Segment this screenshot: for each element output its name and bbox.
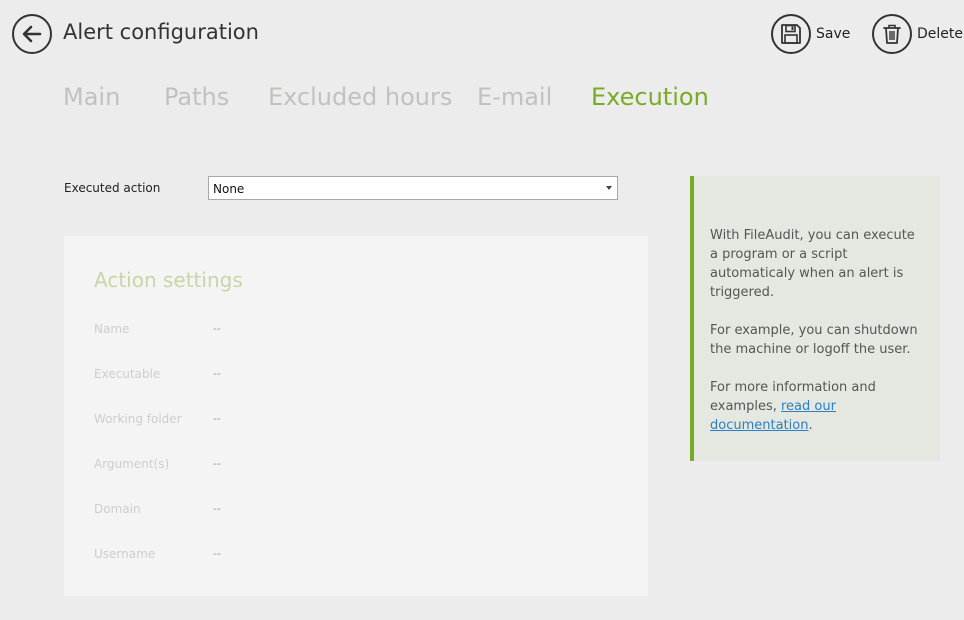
- info-paragraph-3: For more information and examples, read …: [710, 378, 922, 435]
- delete-icon-circle: [872, 14, 912, 54]
- setting-label: Username: [94, 547, 156, 561]
- setting-value: --: [213, 412, 221, 425]
- tab-execution[interactable]: Execution: [591, 83, 709, 111]
- floppy-disk-icon: [781, 24, 801, 44]
- setting-value: --: [213, 457, 221, 470]
- executed-action-label: Executed action: [64, 181, 161, 195]
- info-paragraph-2: For example, you can shutdown the machin…: [710, 323, 918, 357]
- setting-label: Domain: [94, 502, 141, 516]
- executed-action-select[interactable]: None: [208, 176, 618, 200]
- info-paragraph-1: With FileAudit, you can execute a progra…: [710, 228, 915, 300]
- trash-icon: [883, 24, 901, 44]
- setting-label: Argument(s): [94, 457, 170, 471]
- delete-button[interactable]: Delete: [872, 14, 963, 54]
- back-button[interactable]: [12, 14, 52, 54]
- setting-label: Executable: [94, 367, 161, 381]
- setting-value: --: [213, 502, 221, 515]
- save-label: Save: [816, 26, 851, 42]
- delete-label: Delete: [917, 26, 963, 42]
- info-box: With FileAudit, you can execute a progra…: [690, 176, 940, 461]
- tab-email[interactable]: E-mail: [477, 83, 552, 111]
- executed-action-value: None: [213, 182, 245, 196]
- save-icon-circle: [771, 14, 811, 54]
- setting-value: --: [213, 322, 221, 335]
- tab-excluded-hours[interactable]: Excluded hours: [268, 83, 452, 111]
- setting-label: Working folder: [94, 412, 182, 426]
- setting-value: --: [213, 367, 221, 380]
- save-button[interactable]: Save: [771, 14, 850, 54]
- setting-value: --: [213, 547, 221, 560]
- tab-paths[interactable]: Paths: [164, 83, 229, 111]
- page-title: Alert configuration: [63, 20, 259, 44]
- back-arrow-icon: [22, 25, 42, 43]
- setting-label: Name: [94, 322, 130, 336]
- chevron-down-icon: [606, 186, 612, 190]
- tab-main[interactable]: Main: [63, 83, 120, 111]
- info-paragraph-3-suffix: .: [808, 418, 813, 433]
- action-settings-panel: Action settings Name -- Executable -- Wo…: [64, 236, 648, 596]
- action-settings-title: Action settings: [94, 268, 243, 292]
